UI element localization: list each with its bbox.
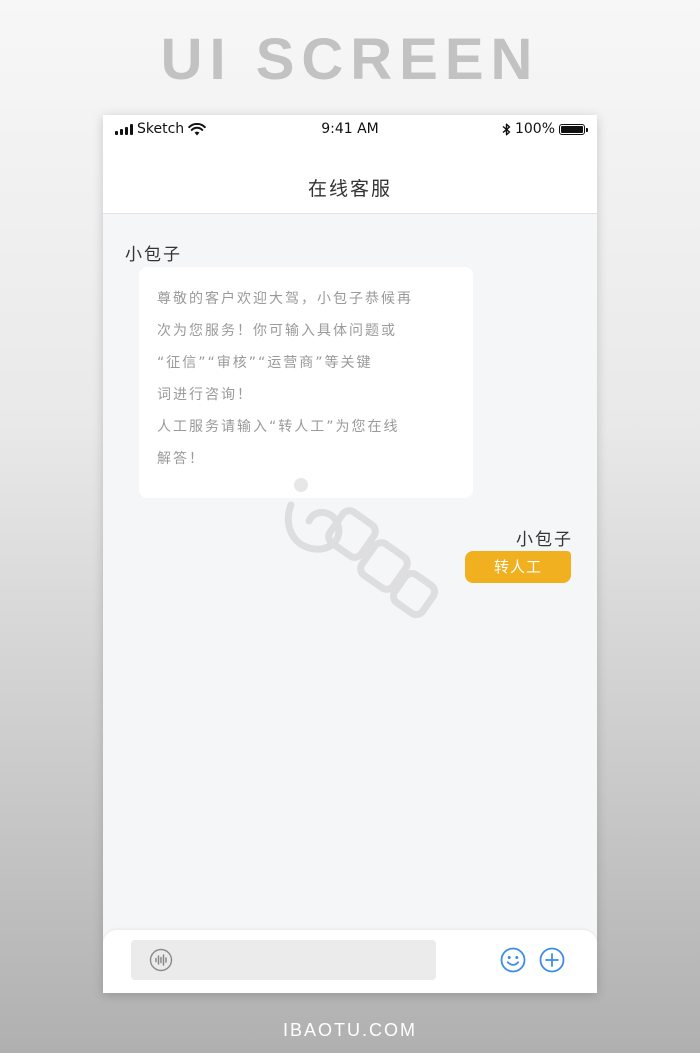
status-bar: Sketch 9:41 AM 100%: [103, 115, 597, 145]
bluetooth-icon: [502, 123, 511, 135]
add-icon[interactable]: [539, 947, 565, 973]
message-text-line: 解答！: [157, 451, 205, 467]
voice-icon[interactable]: [149, 948, 173, 972]
message-sender-name: 小包子: [516, 530, 573, 550]
message-text-line: 尊敬的客户欢迎大驾，小包子恭候再: [157, 291, 413, 307]
battery-percent: 100%: [514, 121, 555, 137]
chat-input-bar: [103, 930, 597, 993]
phone-screen: Sketch 9:41 AM 100% 在线客服 小包子 尊敬的客户欢迎大驾，小…: [103, 115, 597, 993]
page-title: 在线客服: [307, 178, 392, 200]
message-text-line: 次为您服务！你可输入具体问题或: [157, 323, 397, 339]
status-bar-right: 100%: [502, 121, 588, 137]
voice-input-field[interactable]: [131, 940, 436, 980]
emoji-icon[interactable]: [500, 947, 526, 973]
message-sender-name: 小包子: [125, 245, 182, 265]
message-text-line: 词进行咨询！: [157, 387, 253, 403]
nav-bar: 在线客服: [103, 145, 597, 214]
message-bubble-sent: 转人工: [465, 551, 571, 583]
message-text-line: 人工服务请输入“转人工”为您在线: [157, 419, 400, 435]
poster-title: UI SCREEN: [160, 27, 540, 92]
poster-footer: IBAOTU.COM: [282, 1020, 417, 1040]
battery-icon: [559, 123, 588, 135]
message-text-line: “征信”“审核”“运营商”等关键: [157, 355, 373, 371]
message-bubble-received: 尊敬的客户欢迎大驾，小包子恭候再 次为您服务！你可输入具体问题或 “征信”“审核…: [139, 267, 473, 498]
